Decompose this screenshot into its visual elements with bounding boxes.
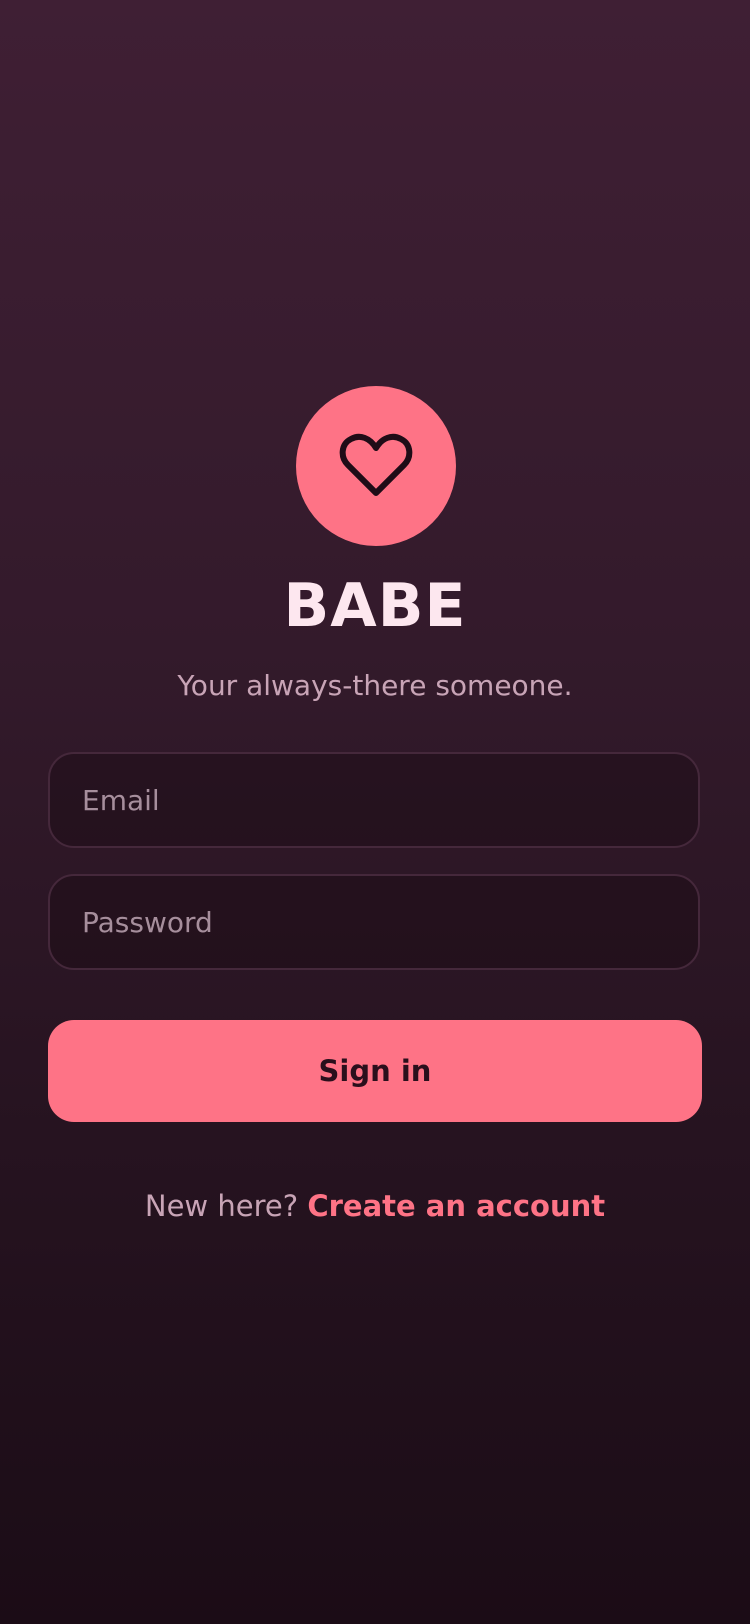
app-tagline: Your always-there someone. [177, 669, 573, 702]
create-account-link[interactable]: Create an account [307, 1189, 605, 1223]
email-field[interactable] [48, 752, 700, 848]
login-screen: BABE Your always-there someone. Sign in … [0, 0, 750, 1624]
app-title: BABE [283, 571, 467, 641]
signup-prompt: New here? [144, 1189, 299, 1223]
password-field[interactable] [48, 874, 700, 970]
heart-icon [339, 433, 413, 496]
app-logo [296, 386, 456, 546]
sign-in-button[interactable]: Sign in [48, 1020, 702, 1122]
signup-row: New here? Create an account [0, 1186, 750, 1226]
